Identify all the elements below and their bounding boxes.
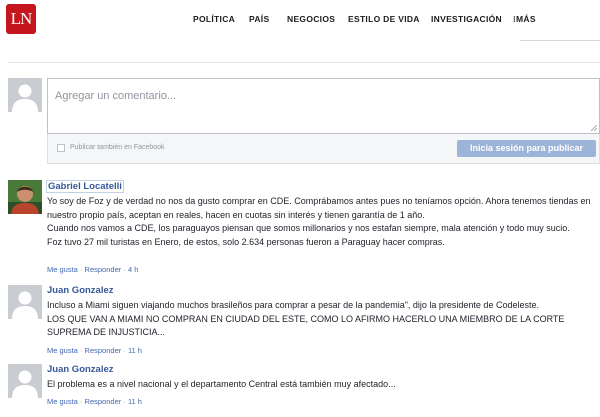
header-divider [520,40,600,41]
post-to-facebook-label[interactable]: Publicar también en Facebook [70,144,165,151]
default-avatar-icon [8,364,42,398]
comment-avatar[interactable] [8,364,42,398]
comment-actions: Me gusta · Responder · 11 h [47,346,142,355]
comment-actions: Me gusta · Responder · 11 h [47,397,142,406]
nav-item-pais[interactable]: PAÍS [249,14,269,24]
comment-avatar[interactable] [8,285,42,319]
current-user-avatar [8,78,42,112]
comment-actions: Me gusta · Responder · 4 h [47,265,139,274]
comment-text: Yo soy de Foz y de verdad no nos da gust… [47,195,597,249]
nav-item-investigacion[interactable]: INVESTIGACIÓN [431,14,502,24]
section-divider [8,62,600,63]
comment-paragraph: Yo soy de Foz y de verdad no nos da gust… [47,196,591,220]
default-avatar-icon [8,285,42,319]
nav-item-negocios[interactable]: NEGOCIOS [287,14,335,24]
comment-timestamp[interactable]: 11 h [128,397,142,406]
comment-paragraph: Incluso a Miami siguen viajando muchos b… [47,300,539,310]
resize-handle-icon[interactable] [591,125,597,131]
nav-item-mas[interactable]: ⁝MÁS [513,14,536,25]
comment-author[interactable]: Juan Gonzalez [47,285,114,296]
comment-timestamp[interactable]: 11 h [128,346,142,355]
compose-footer: Publicar también en Facebook Inicia sesi… [47,134,600,164]
comment-paragraph: Cuando nos vamos a CDE, los paraguayos p… [47,223,570,233]
site-header: LN POLÍTICA PAÍS NEGOCIOS ESTILO DE VIDA… [0,0,600,40]
reply-link[interactable]: Responder [85,265,122,274]
like-link[interactable]: Me gusta [47,265,78,274]
like-link[interactable]: Me gusta [47,397,78,406]
comment-text: Incluso a Miami siguen viajando muchos b… [47,299,597,340]
post-to-facebook-checkbox[interactable] [57,144,65,152]
profile-photo-icon [8,180,42,214]
comment-author[interactable]: Gabriel Locatelli [46,180,124,193]
reply-link[interactable]: Responder [85,346,122,355]
comment-author[interactable]: Juan Gonzalez [47,364,114,375]
like-link[interactable]: Me gusta [47,346,78,355]
comment-text: El problema es a nivel nacional y el dep… [47,378,597,392]
comment-avatar[interactable] [8,180,42,214]
comment-paragraph: Foz tuvo 27 mil turistas en Enero, de es… [47,236,445,247]
login-to-post-button[interactable]: Inicia sesión para publicar [457,140,596,157]
site-logo[interactable]: LN [6,4,36,34]
comment-paragraph: El problema es a nivel nacional y el dep… [47,379,396,389]
default-avatar-icon [8,78,42,112]
nav-item-politica[interactable]: POLÍTICA [193,14,235,24]
comment-input[interactable]: Agregar un comentario... [47,78,600,134]
reply-link[interactable]: Responder [85,397,122,406]
comment-paragraph: LOS QUE VAN A MIAMI NO COMPRAN EN CIUDAD… [47,313,565,338]
nav-item-estilo-de-vida[interactable]: ESTILO DE VIDA [348,14,420,24]
comment-input-placeholder: Agregar un comentario... [55,90,177,102]
comment-timestamp[interactable]: 4 h [128,265,138,274]
